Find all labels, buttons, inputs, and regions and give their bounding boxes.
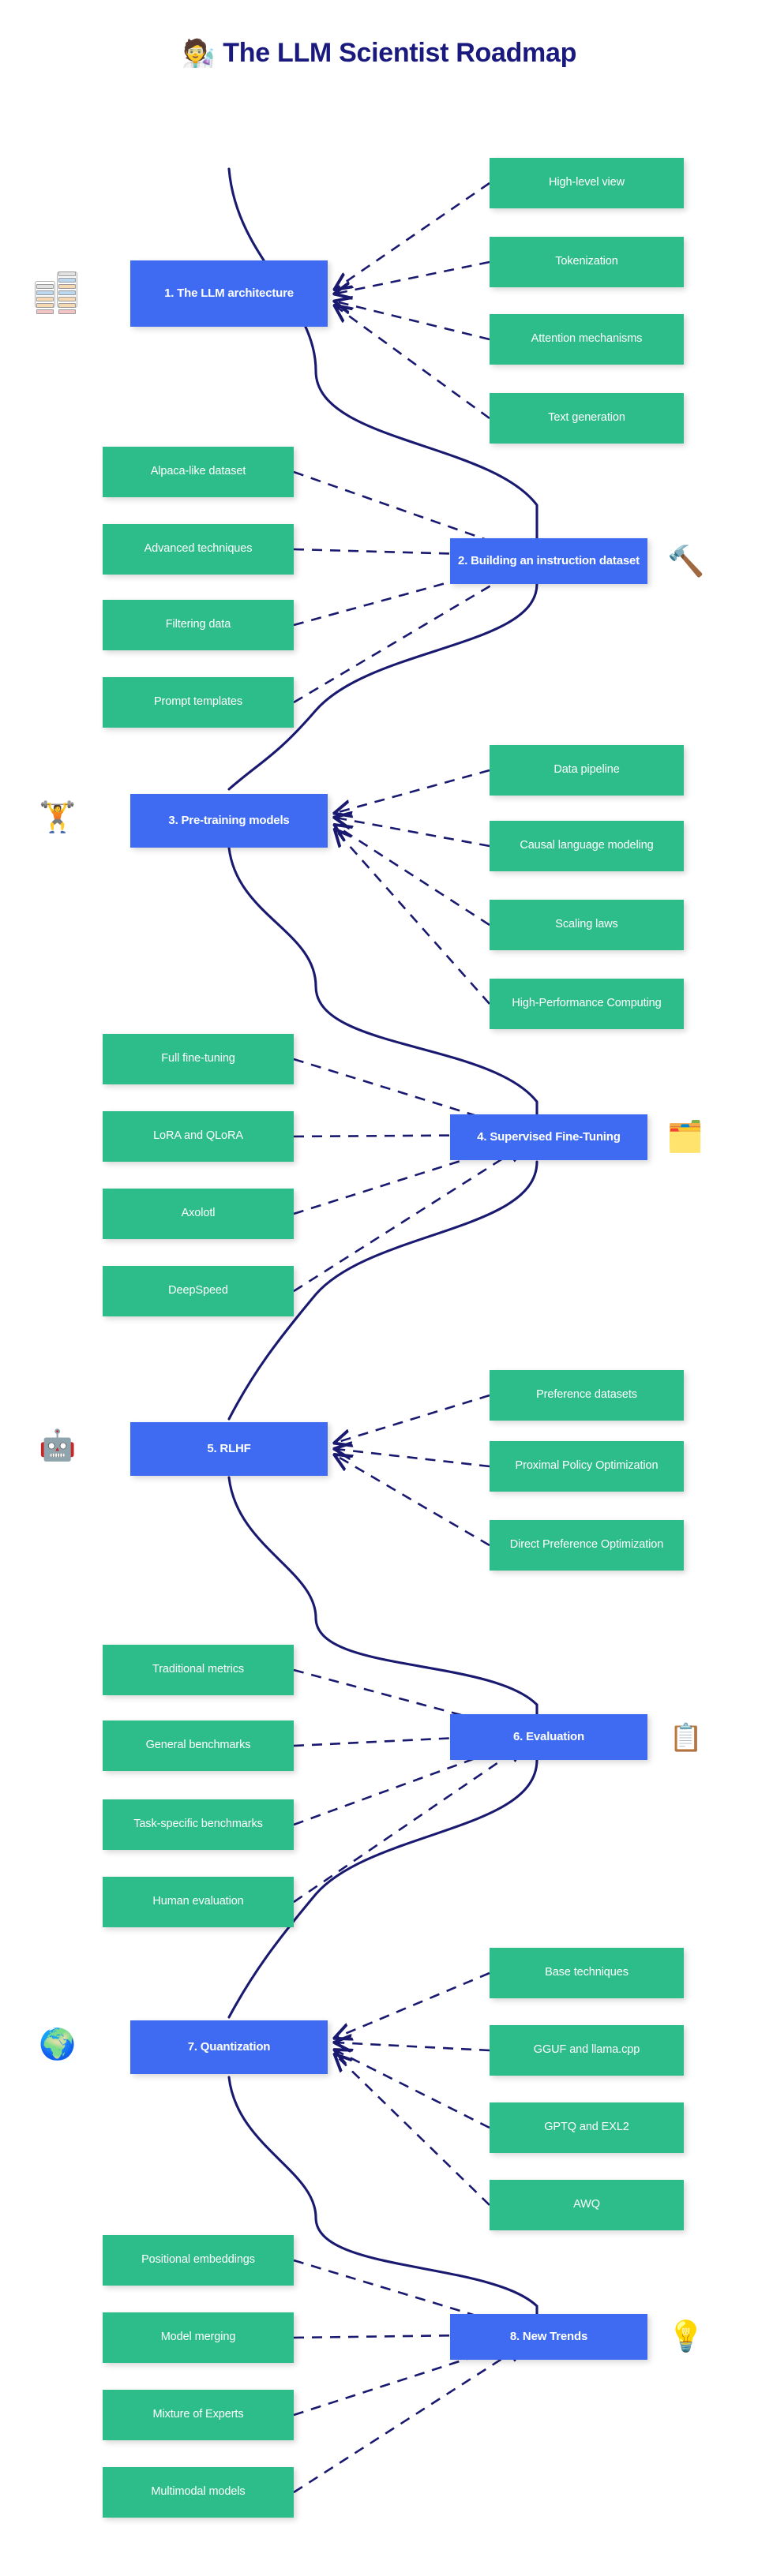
leaf-node[interactable]: Positional embeddings — [103, 2235, 294, 2286]
leaf-node[interactable]: Prompt templates — [103, 677, 294, 728]
transformer-architecture-diagram-icon — [35, 265, 81, 314]
page-title-text: The LLM Scientist Roadmap — [223, 38, 577, 68]
lightbulb-emoji-icon: 💡 — [667, 2320, 705, 2353]
main-node-llm-architecture[interactable]: 1. The LLM architecture — [130, 260, 328, 327]
main-node-quantization[interactable]: 7. Quantization — [130, 2020, 328, 2074]
leaf-node[interactable]: Axolotl — [103, 1189, 294, 1239]
leaf-node[interactable]: Alpaca-like dataset — [103, 447, 294, 497]
leaf-node[interactable]: LoRA and QLoRA — [103, 1111, 294, 1162]
scientist-emoji: 🧑‍🔬 — [181, 38, 216, 69]
leaf-node[interactable]: Traditional metrics — [103, 1645, 294, 1695]
leaf-node[interactable]: High-level view — [490, 158, 684, 208]
leaf-node[interactable]: GGUF and llama.cpp — [490, 2025, 684, 2076]
robot-with-checkmark-emoji-icon: 🤖 — [39, 1429, 77, 1462]
whiteboard-easel-emoji-icon: 🗂️ — [666, 1121, 704, 1154]
leaf-node[interactable]: AWQ — [490, 2180, 684, 2230]
main-node-pre-training-models[interactable]: 3. Pre-training models — [130, 794, 328, 848]
colorful-globe-emoji-icon: 🌍 — [39, 2028, 77, 2061]
leaf-node[interactable]: Model merging — [103, 2312, 294, 2363]
leaf-node[interactable]: Multimodal models — [103, 2467, 294, 2518]
leaf-node[interactable]: Task-specific benchmarks — [103, 1799, 294, 1850]
leaf-node[interactable]: Full fine-tuning — [103, 1034, 294, 1084]
main-node-building-instruction-dataset[interactable]: 2. Building an instruction dataset — [450, 538, 647, 584]
main-node-rlhf[interactable]: 5. RLHF — [130, 1422, 328, 1476]
leaf-node[interactable]: Advanced techniques — [103, 524, 294, 575]
page-title: 🧑‍🔬 The LLM Scientist Roadmap — [0, 38, 758, 69]
leaf-node[interactable]: Scaling laws — [490, 900, 684, 950]
leaf-node[interactable]: Data pipeline — [490, 745, 684, 796]
checklist-document-emoji-icon: 📋 — [669, 1723, 704, 1753]
leaf-node[interactable]: High-Performance Computing — [490, 979, 684, 1029]
leaf-node[interactable]: Preference datasets — [490, 1370, 684, 1421]
main-node-supervised-fine-tuning[interactable]: 4. Supervised Fine-Tuning — [450, 1114, 647, 1160]
leaf-node[interactable]: General benchmarks — [103, 1720, 294, 1771]
main-node-new-trends[interactable]: 8. New Trends — [450, 2314, 647, 2360]
robot-weightlifter-emoji-icon: 🏋️ — [39, 801, 77, 834]
leaf-node[interactable]: Base techniques — [490, 1948, 684, 1998]
main-node-evaluation[interactable]: 6. Evaluation — [450, 1714, 647, 1760]
leaf-node[interactable]: Causal language modeling — [490, 821, 684, 871]
leaf-node[interactable]: Direct Preference Optimization — [490, 1520, 684, 1571]
leaf-node[interactable]: DeepSpeed — [103, 1266, 294, 1316]
leaf-node[interactable]: Mixture of Experts — [103, 2390, 294, 2440]
leaf-node[interactable]: GPTQ and EXL2 — [490, 2102, 684, 2153]
leaf-node[interactable]: Text generation — [490, 393, 684, 444]
leaf-node[interactable]: Human evaluation — [103, 1877, 294, 1927]
leaf-node[interactable]: Filtering data — [103, 600, 294, 650]
roadmap-canvas: 🧑‍🔬The LLM Scientist Roadmap — [0, 0, 758, 2576]
leaf-node[interactable]: Proximal Policy Optimization — [490, 1441, 684, 1492]
leaf-node[interactable]: Tokenization — [490, 237, 684, 287]
hammer-emoji-icon: 🔨 — [667, 545, 705, 578]
leaf-node[interactable]: Attention mechanisms — [490, 314, 684, 365]
